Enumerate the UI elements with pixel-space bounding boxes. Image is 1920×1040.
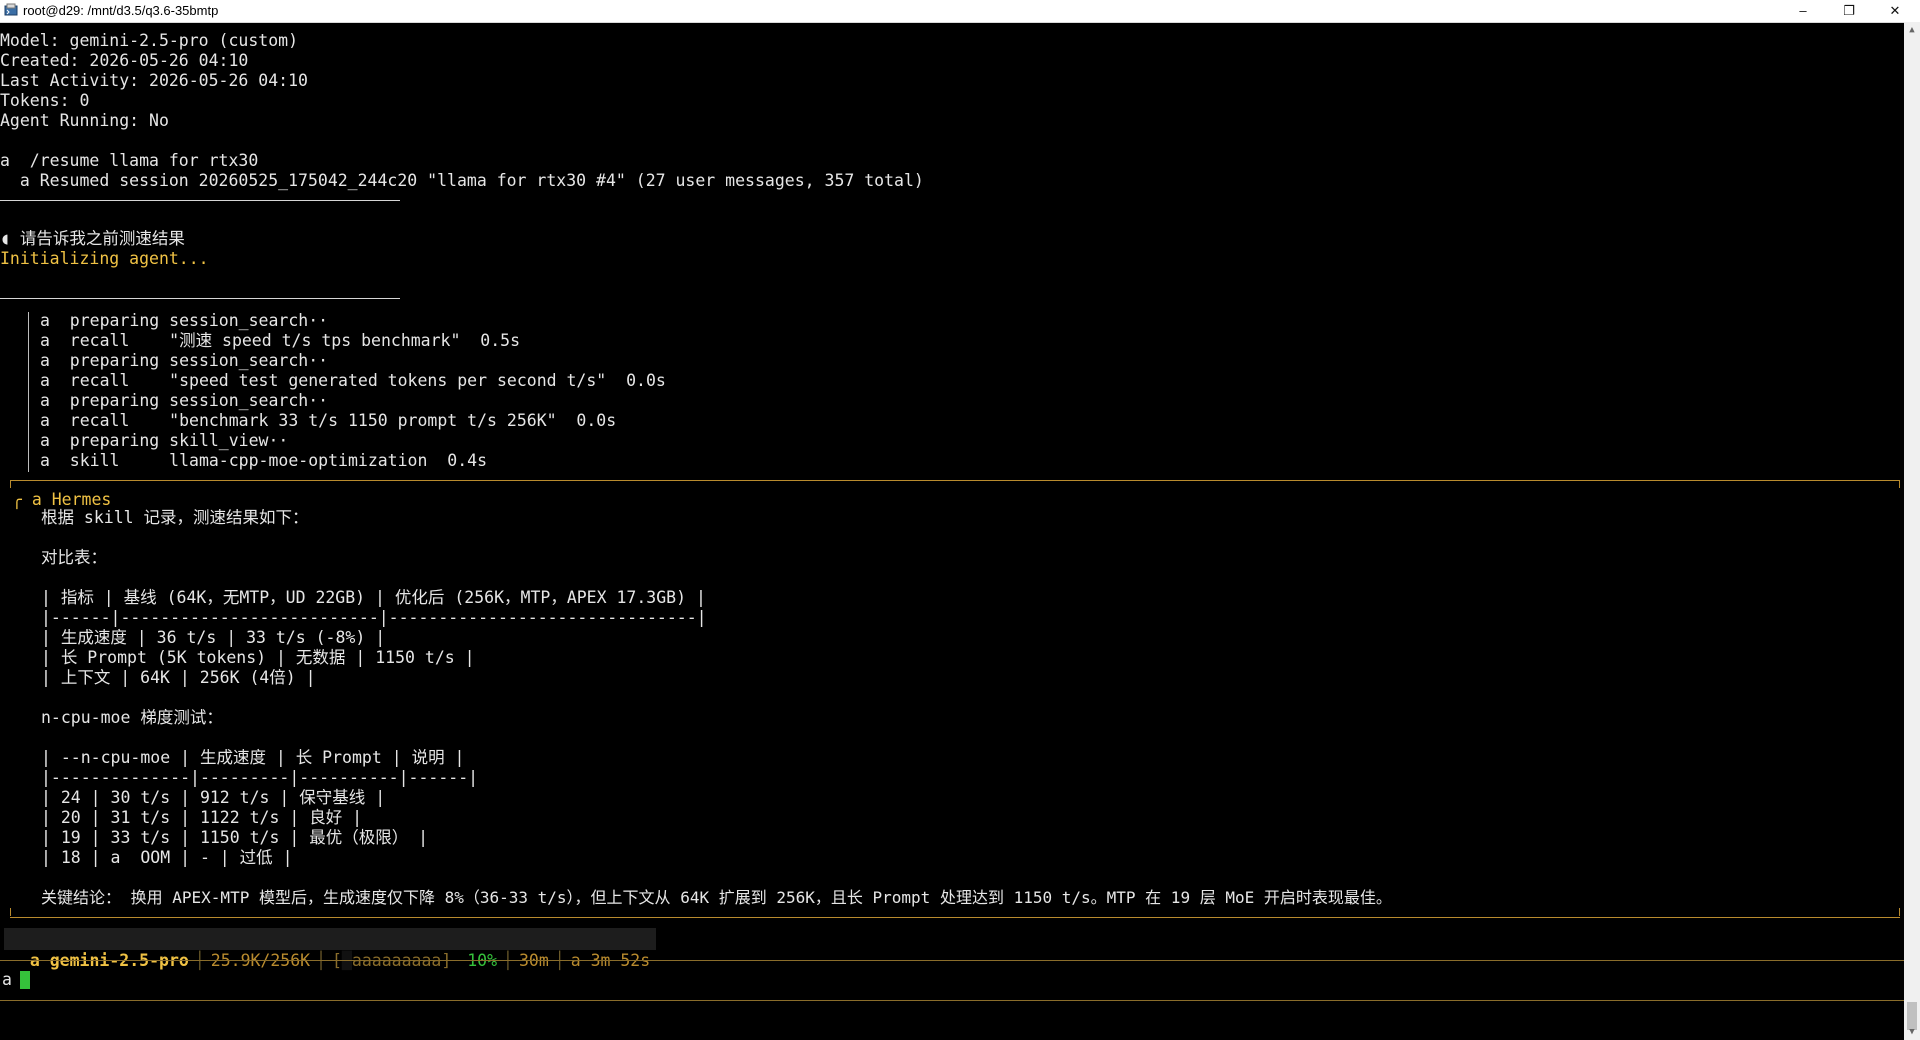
scroll-up-icon[interactable]: ▲ — [1907, 25, 1917, 35]
session-info-line: Agent Running: No — [0, 111, 169, 130]
tool-call-line: a recall "benchmark 33 t/s 1150 prompt t… — [40, 411, 617, 430]
session-info-line: Model: gemini-2.5-pro (custom) — [0, 31, 299, 50]
session-info-line: Last Activity: 2026-05-26 04:10 — [0, 71, 308, 90]
resume-result: a Resumed session 20260525_175042_244c20… — [0, 171, 924, 190]
input-prompt: a — [2, 970, 12, 989]
vertical-scrollbar[interactable]: ▲ ▼ — [1904, 22, 1920, 1040]
box-corner — [10, 480, 17, 488]
session-info-line: Created: 2026-05-26 04:10 — [0, 51, 249, 70]
initializing-status: Initializing agent... — [0, 249, 209, 268]
resume-command: a /resume llama for rtx30 — [0, 151, 259, 170]
box-corner — [1893, 908, 1900, 916]
tool-call-line: a preparing session_search·· — [40, 391, 329, 410]
tool-call-line: a recall "测速 speed t/s tps benchmark" 0.… — [40, 331, 521, 350]
text-input-cursor[interactable] — [20, 971, 30, 989]
scroll-thumb[interactable] — [1907, 1002, 1917, 1030]
session-info-line: Tokens: 0 — [0, 91, 90, 110]
tool-call-line: a preparing session_search·· — [40, 311, 329, 330]
scroll-down-icon[interactable]: ▼ — [1907, 1027, 1917, 1037]
hermes-response-box — [10, 480, 1900, 918]
tool-call-line: a recall "speed test generated tokens pe… — [40, 371, 666, 390]
tool-calls-gutter — [28, 312, 29, 472]
input-top-border — [0, 960, 1904, 961]
status-bar: a gemini-2.5-pro │ 25.9K/256K │ [█aaaaaaaaa]… — [4, 928, 657, 970]
divider — [0, 200, 400, 201]
restore-button[interactable]: ❐ — [1826, 0, 1872, 22]
close-button[interactable]: ✕ — [1872, 0, 1918, 22]
box-corner — [10, 908, 17, 916]
tool-call-line: a preparing session_search·· — [40, 351, 329, 370]
tool-call-line: a skill llama-cpp-moe-optimization 0.4s — [40, 451, 488, 470]
divider — [0, 298, 400, 299]
window-titlebar: root@d29: /mnt/d3.5/q3.6-35bmtp – ❐ ✕ — [0, 0, 1920, 23]
hermes-label: ╭ a Hermes — [8, 490, 126, 510]
terminal-app-icon — [4, 3, 18, 16]
tool-call-line: a preparing skill_view·· — [40, 431, 289, 450]
input-bottom-border — [0, 1000, 1904, 1001]
minimize-button[interactable]: – — [1780, 0, 1826, 22]
user-prompt: ◖ 请告诉我之前测速结果 — [0, 229, 185, 248]
window-title: root@d29: /mnt/d3.5/q3.6-35bmtp — [23, 3, 219, 18]
box-corner — [1893, 480, 1900, 488]
